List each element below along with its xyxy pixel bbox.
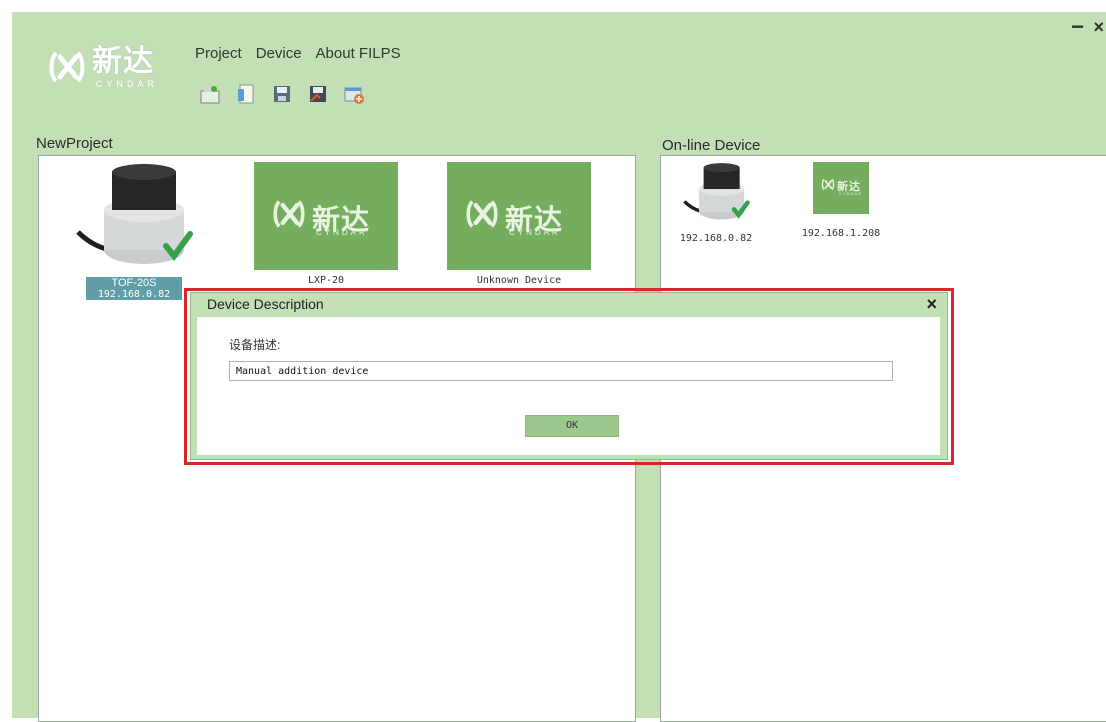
lidar-sensor-image (683, 163, 750, 220)
device-name-label: Unknown Device (476, 275, 562, 286)
device-description-input[interactable] (229, 361, 893, 381)
device-item-tof20s[interactable]: TOF-20S 192.168.0.82 (69, 162, 199, 300)
cyndar-logo-icon (821, 178, 835, 191)
device-name-label: LXP-20 (307, 275, 345, 286)
menu-about[interactable]: About FILPS (316, 45, 401, 62)
device-item-unknown[interactable]: 新达 CYNDAR Unknown Device (447, 162, 591, 286)
tile-logo-en: CYNDAR (316, 228, 368, 237)
close-button[interactable]: × (1093, 16, 1104, 38)
minimize-button[interactable]: − (1071, 16, 1084, 38)
online-device-ip: 192.168.0.82 (679, 233, 753, 244)
device-description-label: 设备描述: (229, 338, 281, 352)
add-device-icon[interactable] (343, 83, 365, 105)
online-device-item[interactable]: 新达 CYNDAR 192.168.1.208 (789, 162, 893, 239)
project-panel-title: NewProject (36, 135, 113, 152)
online-device-item[interactable]: 192.168.0.82 (671, 162, 761, 244)
device-description-dialog: Device Description × 设备描述: OK (190, 292, 948, 460)
cyndar-logo-tile: 新达 CYNDAR (813, 162, 869, 214)
cyndar-logo-icon (466, 200, 498, 228)
online-panel-title: On-line Device (662, 137, 761, 154)
tile-logo-en: CYNDAR (839, 191, 862, 196)
menu-device[interactable]: Device (256, 45, 302, 62)
cyndar-logo-icon (49, 51, 85, 83)
save-icon[interactable] (271, 83, 293, 105)
device-item-lxp20[interactable]: 新达 CYNDAR LXP-20 (254, 162, 398, 286)
tile-logo-en: CYNDAR (509, 228, 561, 237)
new-project-icon[interactable] (199, 83, 221, 105)
device-ip-label: 192.168.0.82 (86, 289, 182, 300)
close-icon[interactable]: × (926, 294, 937, 315)
open-file-icon[interactable] (235, 83, 257, 105)
dialog-title: Device Description (207, 296, 324, 312)
save-as-icon[interactable] (307, 83, 329, 105)
device-name-label: TOF-20S (86, 277, 182, 289)
lidar-sensor-image (76, 164, 193, 264)
cyndar-logo-tile: 新达 CYNDAR (447, 162, 591, 270)
app-logo: 新达 CYNDAR (48, 41, 178, 93)
logo-english-name: CYNDAR (96, 79, 159, 89)
dialog-body: 设备描述: OK (197, 317, 940, 455)
menu-bar: Project Device About FILPS (195, 45, 401, 62)
logo-chinese-name: 新达 (92, 45, 154, 78)
ok-button[interactable]: OK (525, 415, 619, 437)
menu-project[interactable]: Project (195, 45, 242, 62)
online-device-ip: 192.168.1.208 (801, 228, 881, 239)
cyndar-logo-icon (273, 200, 305, 228)
toolbar (199, 83, 365, 105)
cyndar-logo-tile: 新达 CYNDAR (254, 162, 398, 270)
